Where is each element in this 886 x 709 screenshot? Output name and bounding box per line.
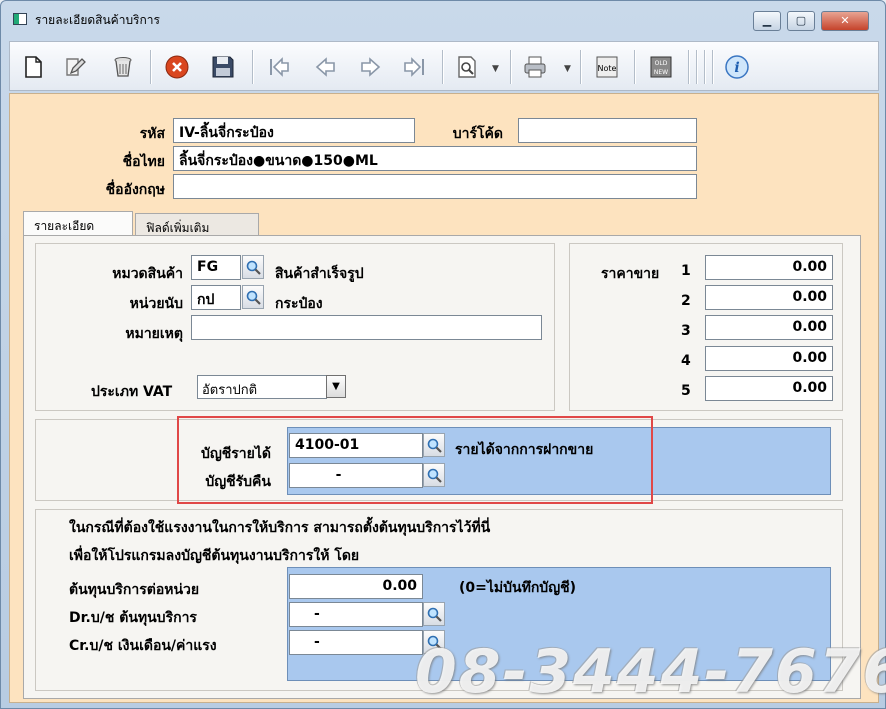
price-level-3: 3 xyxy=(681,323,691,339)
first-record-icon[interactable] xyxy=(264,52,294,82)
window-title: รายละเอียดสินค้าบริการ xyxy=(35,13,160,27)
unit-name: กระป๋อง xyxy=(275,296,323,312)
note-icon[interactable]: Note xyxy=(592,52,622,82)
category-name: สินค้าสำเร็จรูป xyxy=(275,266,364,282)
price-3-field[interactable]: 0.00 xyxy=(705,315,833,340)
dr-account-search-icon[interactable] xyxy=(423,602,445,626)
title-bar[interactable]: รายละเอียดสินค้าบริการ ▁ ▢ ✕ xyxy=(1,1,885,35)
new-document-icon[interactable] xyxy=(18,52,48,82)
cancel-icon[interactable] xyxy=(162,52,192,82)
edit-icon[interactable] xyxy=(60,52,90,82)
service-note-line2: เพื่อให้โปรแกรมลงบัญชีต้นทุนงานบริการให้… xyxy=(69,548,360,564)
search-dropdown-icon[interactable] xyxy=(452,52,482,82)
english-name-label: ชื่ออังกฤษ xyxy=(105,182,165,198)
cost-per-unit-field[interactable]: 0.00 xyxy=(289,574,423,599)
category-code-field[interactable]: FG xyxy=(191,255,241,280)
vat-type-select[interactable]: อัตราปกติ xyxy=(197,375,327,399)
phone-watermark: 08-3444-7676 xyxy=(415,637,886,707)
app-icon xyxy=(13,13,27,25)
unit-code-field[interactable]: กป xyxy=(191,285,241,310)
toolbar: ▼ ▼ Note OLD NEW i xyxy=(9,41,879,91)
price-5-field[interactable]: 0.00 xyxy=(705,376,833,401)
old-new-icon[interactable]: OLD NEW xyxy=(646,52,676,82)
last-record-icon[interactable] xyxy=(400,52,430,82)
minimize-button[interactable]: ▁ xyxy=(753,11,781,31)
unit-search-icon[interactable] xyxy=(242,285,264,309)
delete-trash-icon[interactable] xyxy=(108,52,138,82)
price-4-field[interactable]: 0.00 xyxy=(705,346,833,371)
cr-account-label: Cr.บ/ช เงินเดือน/ค่าแรง xyxy=(69,638,217,654)
vat-dropdown-icon[interactable]: ▼ xyxy=(326,375,346,398)
price-1-field[interactable]: 0.00 xyxy=(705,255,833,280)
old-label: OLD xyxy=(655,60,668,67)
cr-account-field[interactable]: - xyxy=(289,630,423,655)
close-button[interactable]: ✕ xyxy=(821,11,869,31)
note-icon-label: Note xyxy=(598,64,617,73)
previous-record-icon[interactable] xyxy=(310,52,340,82)
new-label: NEW xyxy=(654,69,668,76)
cost-hint: (0=ไม่บันทึกบัญชี) xyxy=(459,580,577,596)
print-dropdown-icon[interactable] xyxy=(520,52,550,82)
price-label: ราคาขาย xyxy=(601,266,660,282)
vat-type-label: ประเภท VAT xyxy=(91,384,173,400)
tab-extra-fields[interactable]: ฟิลด์เพิ่มเติม xyxy=(135,213,259,237)
price-2-field[interactable]: 0.00 xyxy=(705,285,833,310)
remark-label: หมายเหตุ xyxy=(125,326,183,342)
chevron-down-icon[interactable]: ▼ xyxy=(492,64,499,74)
thai-name-label: ชื่อไทย xyxy=(122,154,165,170)
cost-per-unit-label: ต้นทุนบริการต่อหน่วย xyxy=(69,582,200,598)
next-record-icon[interactable] xyxy=(356,52,386,82)
maximize-button[interactable]: ▢ xyxy=(787,11,815,31)
dr-account-field[interactable]: - xyxy=(289,602,423,627)
info-icon-label: i xyxy=(734,60,739,76)
price-level-2: 2 xyxy=(681,293,691,309)
unit-label: หน่วยนับ xyxy=(129,296,183,312)
barcode-field[interactable] xyxy=(518,118,697,143)
dr-account-label: Dr.บ/ช ต้นทุนบริการ xyxy=(69,610,197,626)
service-note-line1: ในกรณีที่ต้องใช้แรงงานในการให้บริการ สาม… xyxy=(69,520,491,536)
highlight-box xyxy=(177,416,653,504)
category-label: หมวดสินค้า xyxy=(112,266,183,282)
code-field[interactable]: IV-ลิ้นจี่กระป๋อง xyxy=(173,118,415,143)
thai-name-field[interactable]: ลิ้นจี่กระป๋อง●ขนาด●150●ML xyxy=(173,146,697,171)
info-icon[interactable]: i xyxy=(722,52,752,82)
price-level-4: 4 xyxy=(681,353,691,369)
remark-field[interactable] xyxy=(191,315,542,340)
price-level-5: 5 xyxy=(681,383,691,399)
tab-details[interactable]: รายละเอียด xyxy=(23,211,133,237)
english-name-field[interactable] xyxy=(173,174,697,199)
save-disk-icon[interactable] xyxy=(208,52,238,82)
price-level-1: 1 xyxy=(681,263,691,279)
category-search-icon[interactable] xyxy=(242,255,264,279)
application-window: รายละเอียดสินค้าบริการ ▁ ▢ ✕ ▼ ▼ Note OL… xyxy=(0,0,886,709)
chevron-down-icon[interactable]: ▼ xyxy=(564,64,571,74)
barcode-label: บาร์โค้ด xyxy=(452,126,503,142)
code-label: รหัส xyxy=(139,126,165,142)
